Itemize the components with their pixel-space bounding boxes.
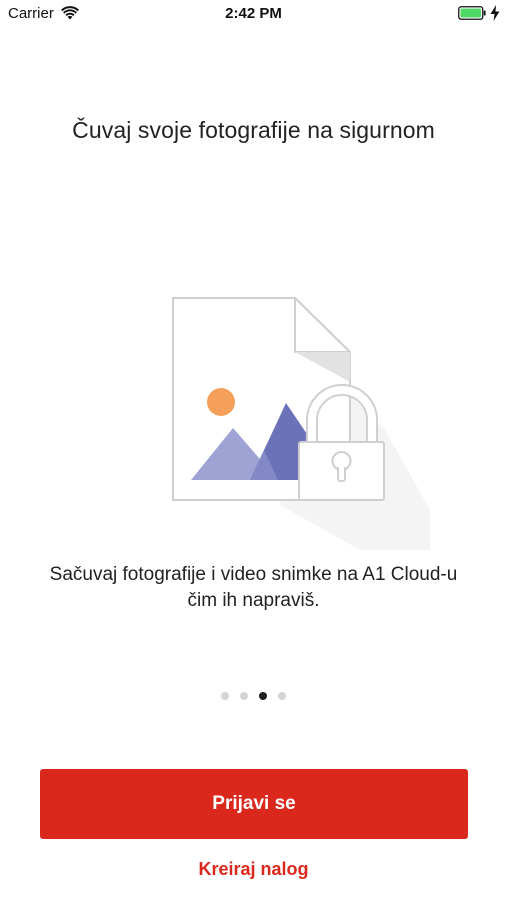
page-indicator[interactable] xyxy=(0,692,507,702)
onboarding-screen: Carrier 2:42 PM Čuvaj svoje fotografije … xyxy=(0,0,507,900)
page-dot-1[interactable] xyxy=(221,692,229,700)
charging-icon xyxy=(490,5,500,21)
clock-time: 2:42 PM xyxy=(225,5,282,22)
locked-photo-file-icon xyxy=(172,297,430,550)
create-account-link[interactable]: Kreiraj nalog xyxy=(0,859,507,880)
page-dot-2[interactable] xyxy=(240,692,248,700)
battery-icon xyxy=(458,6,486,20)
login-button[interactable]: Prijavi se xyxy=(40,769,468,839)
status-bar: Carrier 2:42 PM xyxy=(0,0,507,30)
page-dot-4[interactable] xyxy=(278,692,286,700)
page-title: Čuvaj svoje fotografije na sigurnom xyxy=(72,117,435,143)
page-dot-3-active[interactable] xyxy=(259,692,267,700)
onboarding-description: Sačuvaj fotografije i video snimke na A1… xyxy=(49,564,458,611)
